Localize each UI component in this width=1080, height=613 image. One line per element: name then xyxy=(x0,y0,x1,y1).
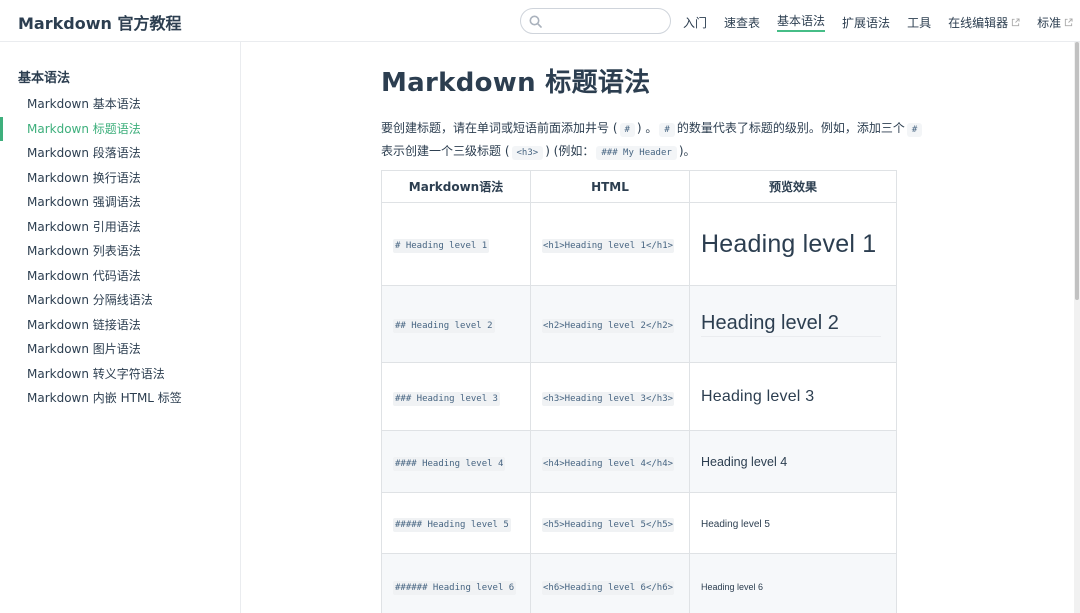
sidebar-item-html-syntax[interactable]: Markdown 内嵌 HTML 标签 xyxy=(0,386,240,411)
nav-links: 入门 速查表 基本语法 扩展语法 工具 在线编辑器 标准 xyxy=(683,13,1073,32)
preview-heading: Heading level 4 xyxy=(701,454,788,469)
column-header-markdown: Markdown语法 xyxy=(381,170,531,203)
sidebar-item-basic-syntax[interactable]: Markdown 基本语法 xyxy=(0,92,240,117)
preview-heading: Heading level 5 xyxy=(701,519,770,530)
nav-link-extended-syntax[interactable]: 扩展语法 xyxy=(842,13,890,32)
table-cell-markdown: ### Heading level 3 xyxy=(381,362,531,431)
sidebar-item-hr-syntax[interactable]: Markdown 分隔线语法 xyxy=(0,288,240,313)
code-snippet: <h2>Heading level 2</h2> xyxy=(542,319,675,333)
preview-heading: Heading level 1 xyxy=(701,229,877,258)
table-cell-html: <h2>Heading level 2</h2> xyxy=(530,285,690,363)
sidebar-item-heading-syntax[interactable]: Markdown 标题语法 xyxy=(0,116,240,141)
intro-text: ) 。 xyxy=(636,121,658,135)
nav-link-basic-syntax[interactable]: 基本语法 xyxy=(777,13,826,32)
table-cell-preview: Heading level 3 xyxy=(689,362,897,431)
site-title[interactable]: Markdown 官方教程 xyxy=(18,10,181,34)
nav-link-label: 标准 xyxy=(1037,15,1062,30)
code-snippet: ## Heading level 2 xyxy=(393,319,495,333)
external-link-icon xyxy=(1011,18,1020,27)
table-row: ## Heading level 2 <h2>Heading level 2</… xyxy=(381,285,897,363)
table-cell-preview: Heading level 2 xyxy=(689,285,897,363)
intro-text: 要创建标题，请在单词或短语前面添加井号 ( xyxy=(381,121,618,135)
code-snippet: ###### Heading level 6 xyxy=(393,580,517,595)
external-link-icon xyxy=(1065,18,1073,27)
table-cell-markdown: ## Heading level 2 xyxy=(381,285,531,363)
sidebar-item-image-syntax[interactable]: Markdown 图片语法 xyxy=(0,337,240,362)
code-snippet: <h6>Heading level 6</h6> xyxy=(542,580,675,595)
table-cell-markdown: # Heading level 1 xyxy=(381,202,531,286)
sidebar-item-paragraph-syntax[interactable]: Markdown 段落语法 xyxy=(0,141,240,166)
nav-link-tools[interactable]: 工具 xyxy=(907,13,931,32)
navbar: Markdown 官方教程 入门 速查表 基本语法 扩展语法 工具 在线编辑器 … xyxy=(0,0,1080,42)
intro-text: ) (例如： xyxy=(545,144,595,158)
table-row: # Heading level 1 <h1>Heading level 1</h… xyxy=(381,202,897,286)
table-cell-preview: Heading level 1 xyxy=(689,202,897,286)
table-cell-html: <h1>Heading level 1</h1> xyxy=(530,202,690,286)
nav-link-label: 工具 xyxy=(907,15,932,30)
table-header-row: Markdown语法 HTML 预览效果 xyxy=(381,170,897,203)
table-row: ##### Heading level 5 <h5>Heading level … xyxy=(381,492,897,554)
table-cell-html: <h3>Heading level 3</h3> xyxy=(530,362,690,431)
table-row: ###### Heading level 6 <h6>Heading level… xyxy=(381,553,897,613)
preview-heading: Heading level 3 xyxy=(701,387,815,405)
sidebar-item-code-syntax[interactable]: Markdown 代码语法 xyxy=(0,264,240,289)
nav-link-label: 速查表 xyxy=(724,15,761,30)
nav-link-label: 基本语法 xyxy=(777,14,826,28)
inline-code: # xyxy=(619,123,635,137)
intro-paragraph: 要创建标题，请在单词或短语前面添加井号 (#) 。 # 的数量代表了标题的级别。例如… xyxy=(381,118,941,164)
column-header-preview: 预览效果 xyxy=(689,170,897,203)
inline-code: <h3> xyxy=(511,146,544,160)
code-snippet: <h3>Heading level 3</h3> xyxy=(542,391,675,406)
sidebar-item-escape-syntax[interactable]: Markdown 转义字符语法 xyxy=(0,362,240,387)
inline-code: # xyxy=(659,123,675,137)
nav-link-label: 入门 xyxy=(683,15,708,30)
code-snippet: <h4>Heading level 4</h4> xyxy=(542,456,675,471)
inline-code: # xyxy=(906,123,923,137)
table-cell-preview: Heading level 6 xyxy=(689,553,897,613)
sidebar-item-line-break-syntax[interactable]: Markdown 换行语法 xyxy=(0,166,240,191)
code-snippet: #### Heading level 4 xyxy=(393,456,506,471)
nav-link-standard[interactable]: 标准 xyxy=(1037,13,1073,32)
scrollbar-thumb[interactable] xyxy=(1075,42,1079,300)
sidebar-item-link-syntax[interactable]: Markdown 链接语法 xyxy=(0,313,240,338)
table-cell-preview: Heading level 4 xyxy=(689,430,897,493)
page-scrollbar[interactable] xyxy=(1074,42,1080,613)
sidebar-list: Markdown 基本语法 Markdown 标题语法 Markdown 段落语… xyxy=(0,92,240,411)
nav-link-cheatsheet[interactable]: 速查表 xyxy=(724,13,760,32)
search-icon xyxy=(529,15,542,28)
table-cell-markdown: ###### Heading level 6 xyxy=(381,553,531,613)
intro-text: 的数量代表了标题的级别。例如，添加三个 xyxy=(676,121,905,135)
code-snippet: <h5>Heading level 5</h5> xyxy=(542,518,675,532)
table-row: #### Heading level 4 <h4>Heading level 4… xyxy=(381,430,897,493)
intro-text: )。 xyxy=(678,144,696,158)
sidebar: 基本语法 Markdown 基本语法 Markdown 标题语法 Markdow… xyxy=(0,42,241,613)
table-cell-html: <h4>Heading level 4</h4> xyxy=(530,430,690,493)
nav-link-label: 在线编辑器 xyxy=(948,15,1009,30)
intro-text: 表示创建一个三级标题 ( xyxy=(381,144,510,158)
nav-link-intro[interactable]: 入门 xyxy=(683,13,707,32)
inline-code: ### My Header xyxy=(596,146,677,160)
syntax-table: Markdown语法 HTML 预览效果 # Heading level 1 <… xyxy=(381,170,897,613)
page-title: Markdown 标题语法 xyxy=(381,68,651,98)
preview-heading: Heading level 2 xyxy=(701,312,881,337)
search-input[interactable] xyxy=(520,8,671,34)
table-cell-markdown: ##### Heading level 5 xyxy=(381,492,531,554)
nav-link-label: 扩展语法 xyxy=(842,15,891,30)
table-row: ### Heading level 3 <h3>Heading level 3<… xyxy=(381,362,897,431)
table-cell-preview: Heading level 5 xyxy=(689,492,897,554)
code-snippet: # Heading level 1 xyxy=(393,239,490,253)
preview-heading: Heading level 6 xyxy=(701,581,764,592)
column-header-html: HTML xyxy=(530,170,690,203)
sidebar-item-emphasis-syntax[interactable]: Markdown 强调语法 xyxy=(0,190,240,215)
sidebar-item-blockquote-syntax[interactable]: Markdown 引用语法 xyxy=(0,215,240,240)
table-cell-html: <h5>Heading level 5</h5> xyxy=(530,492,690,554)
table-cell-markdown: #### Heading level 4 xyxy=(381,430,531,493)
code-snippet: <h1>Heading level 1</h1> xyxy=(542,239,675,253)
table-cell-html: <h6>Heading level 6</h6> xyxy=(530,553,690,613)
sidebar-item-list-syntax[interactable]: Markdown 列表语法 xyxy=(0,239,240,264)
sidebar-heading[interactable]: 基本语法 xyxy=(18,67,70,86)
nav-link-online-editor[interactable]: 在线编辑器 xyxy=(948,13,1020,32)
code-snippet: ### Heading level 3 xyxy=(393,391,500,406)
code-snippet: ##### Heading level 5 xyxy=(393,518,511,532)
